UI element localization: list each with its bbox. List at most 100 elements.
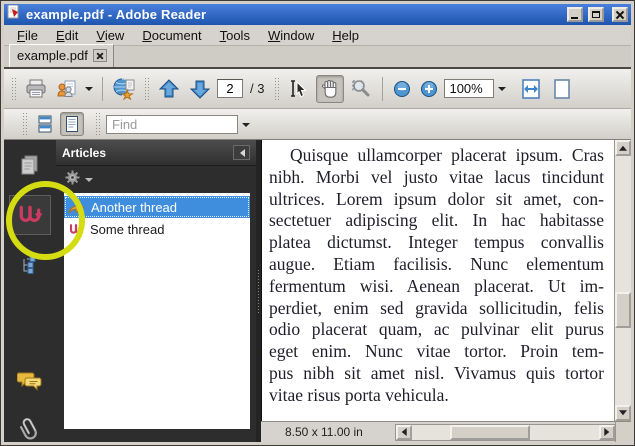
horizontal-scrollbar[interactable]	[395, 424, 615, 441]
maximize-button[interactable]	[588, 7, 604, 22]
horizontal-scroll-thumb[interactable]	[450, 425, 530, 440]
select-tool-icon	[288, 78, 310, 100]
articles-panel-button[interactable]	[9, 195, 51, 235]
articles-panel: Articles Another thread Some thread	[56, 140, 256, 442]
page-number-input[interactable]	[217, 79, 243, 98]
toolbar-grip[interactable]	[274, 77, 279, 101]
splitter-grip	[257, 269, 260, 313]
vertical-scroll-thumb[interactable]	[615, 292, 631, 328]
scrolling-mode-button[interactable]	[33, 112, 57, 136]
pdf-app-icon	[7, 5, 21, 24]
document-text-line: platea dictumst. Integer tempus convalli…	[269, 232, 604, 254]
zoom-out-button[interactable]	[390, 77, 414, 101]
scroll-left-button[interactable]	[396, 425, 412, 440]
scroll-right-button[interactable]	[599, 425, 615, 440]
menu-document[interactable]: Document	[133, 27, 210, 44]
menu-help[interactable]: Help	[323, 27, 368, 44]
page-size-label: 8.50 x 11.00 in	[285, 425, 381, 439]
pages-icon	[18, 154, 42, 178]
arrow-down-icon	[619, 410, 627, 419]
menu-file[interactable]: File	[8, 27, 47, 44]
pages-panel-button[interactable]	[13, 152, 47, 181]
fit-page-button[interactable]	[548, 75, 576, 103]
thread-list: Another thread Some thread	[64, 193, 250, 429]
layers-icon	[19, 254, 41, 276]
find-dropdown-arrow[interactable]	[242, 123, 250, 131]
toolbar-grip[interactable]	[11, 77, 16, 101]
scroll-up-button[interactable]	[615, 140, 631, 156]
fit-width-button[interactable]	[517, 75, 545, 103]
comments-icon	[17, 369, 43, 393]
marquee-zoom-icon	[350, 78, 372, 100]
single-page-mode-button[interactable]	[60, 112, 84, 136]
arrow-right-icon	[604, 428, 613, 436]
attachments-panel-button[interactable]	[13, 414, 47, 443]
window-title: example.pdf - Adobe Reader	[26, 7, 562, 22]
zoom-level-value: 100%	[449, 81, 482, 96]
select-tool-button[interactable]	[285, 75, 313, 103]
collaborate-button[interactable]	[53, 75, 81, 103]
menu-tools[interactable]: Tools	[211, 27, 259, 44]
status-bar: 8.50 x 11.00 in	[261, 421, 631, 442]
thread-item-some-thread[interactable]: Some thread	[64, 218, 250, 240]
thread-item-another-thread[interactable]: Another thread	[64, 196, 250, 218]
horizontal-scroll-track[interactable]	[412, 425, 599, 440]
document-page[interactable]: Quisque ullamcorper placerat ipsum. Cras…	[261, 140, 614, 421]
scroll-down-button[interactable]	[615, 405, 631, 421]
document-text-line: ultrices. Lorem ipsum dolor sit amet, co…	[269, 189, 604, 211]
panel-splitter[interactable]	[256, 140, 261, 442]
find-input[interactable]	[106, 115, 238, 134]
separator	[102, 77, 103, 101]
menu-edit[interactable]: Edit	[47, 27, 87, 44]
tab-example-pdf[interactable]: example.pdf	[9, 44, 114, 67]
comments-panel-button[interactable]	[13, 367, 47, 396]
collaborate-dropdown-arrow[interactable]	[85, 87, 93, 95]
thread-label: Another thread	[91, 200, 177, 215]
close-button[interactable]	[612, 7, 628, 22]
document-text-line: odio placerat quam, ac pulvinar elit pur…	[269, 319, 604, 341]
document-text-line: pus nibh sit amet nisl. Vivamus quis tor…	[269, 363, 604, 385]
shared-review-button[interactable]	[110, 75, 138, 103]
document-text-line: augue. Etiam facilisis. Nunc elementum	[269, 254, 604, 276]
menubar: File Edit View Document Tools Window Hel…	[4, 25, 631, 46]
document-text-line: eget enim. Nunc vitae tortor. Proin tem-	[269, 341, 604, 363]
tab-close-icon[interactable]	[93, 49, 107, 62]
panel-title: Articles	[62, 146, 233, 160]
zoom-dropdown-arrow[interactable]	[498, 87, 506, 95]
navigation-icon-strip	[4, 140, 56, 442]
fit-page-icon	[551, 78, 573, 100]
next-page-button[interactable]	[186, 75, 214, 103]
document-text-line: nibh. Morbi vel justo vitae lacus tincid…	[269, 167, 604, 189]
menu-window[interactable]: Window	[259, 27, 323, 44]
gear-icon	[64, 169, 81, 186]
document-text-line: vitae risus porta vehicula.	[269, 385, 604, 407]
hand-tool-button[interactable]	[316, 75, 344, 103]
options-gear-button[interactable]	[64, 169, 81, 191]
zoom-level-combobox[interactable]: 100%	[444, 79, 494, 98]
previous-page-button[interactable]	[155, 75, 183, 103]
menu-view[interactable]: View	[87, 27, 133, 44]
arrow-up-icon	[158, 78, 180, 100]
document-body: Quisque ullamcorper placerat ipsum. Cras…	[261, 140, 631, 421]
toolbar-grip[interactable]	[95, 112, 100, 136]
collapse-panel-button[interactable]	[233, 145, 250, 160]
vertical-scroll-track[interactable]	[615, 156, 631, 405]
main-area: Articles Another thread Some thread	[4, 140, 631, 442]
print-button[interactable]	[22, 75, 50, 103]
toolbar-grip[interactable]	[22, 112, 27, 136]
zoom-in-icon	[420, 80, 438, 98]
document-text-line: sectetuer adipiscing elit. In hac habita…	[269, 210, 604, 232]
toolbar-grip[interactable]	[144, 77, 149, 101]
layers-panel-button[interactable]	[13, 251, 47, 280]
single-page-icon	[63, 115, 81, 133]
options-dropdown-arrow[interactable]	[85, 178, 93, 186]
adobe-reader-window: example.pdf - Adobe Reader File Edit Vie…	[0, 0, 635, 446]
article-thread-icon	[68, 222, 84, 237]
collapse-arrow-icon	[236, 149, 245, 157]
main-toolbar: / 3 100%	[4, 69, 631, 109]
vertical-scrollbar[interactable]	[614, 140, 631, 421]
minimize-button[interactable]	[567, 7, 583, 22]
zoom-in-button[interactable]	[417, 77, 441, 101]
scrolling-pages-icon	[36, 115, 54, 133]
marquee-zoom-button[interactable]	[347, 75, 375, 103]
